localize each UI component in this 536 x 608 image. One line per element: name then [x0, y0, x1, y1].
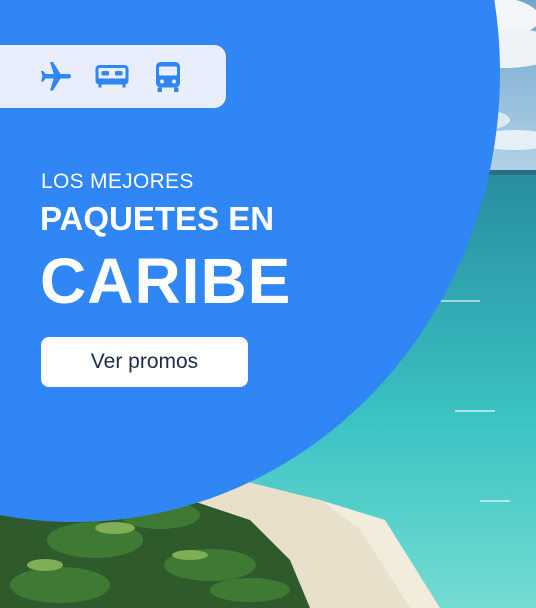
see-promos-button[interactable]: Ver promos: [41, 337, 248, 387]
promo-kicker: LOS MEJORES: [41, 170, 194, 193]
promo-destination: CARIBE: [40, 245, 292, 317]
bed-icon[interactable]: [94, 59, 130, 95]
bus-icon[interactable]: [150, 59, 186, 95]
promo-headline: PAQUETES EN: [40, 200, 275, 237]
product-icons-tab: [0, 45, 226, 108]
airplane-icon[interactable]: [38, 59, 74, 95]
promo-banner[interactable]: LOS MEJORES PAQUETES EN CARIBE Ver promo…: [0, 0, 536, 608]
